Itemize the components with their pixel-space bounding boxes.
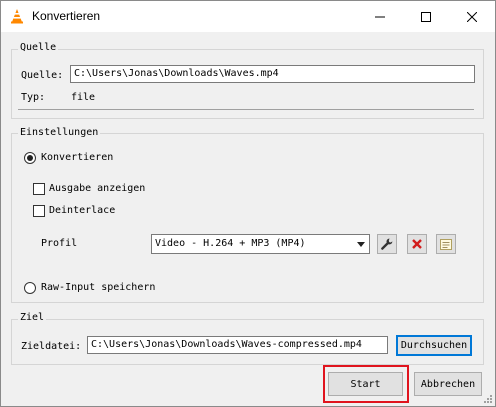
profile-label: Profil <box>41 238 78 249</box>
type-value: file <box>71 92 96 103</box>
new-profile-icon <box>440 239 452 250</box>
target-group-label: Ziel <box>18 312 47 323</box>
maximize-icon <box>421 11 431 22</box>
raw-input-radio[interactable] <box>24 282 36 294</box>
show-output-label: Ausgabe anzeigen <box>49 183 146 194</box>
target-path-input[interactable]: C:\Users\Jonas\Downloads\Waves-compresse… <box>87 336 388 354</box>
show-output-checkbox[interactable] <box>33 183 45 195</box>
chevron-down-icon <box>357 242 365 247</box>
start-button[interactable]: Start <box>328 372 403 396</box>
convert-label: Konvertieren <box>41 152 114 163</box>
type-label: Typ: <box>21 92 46 103</box>
source-group-label: Quelle <box>18 42 59 53</box>
edit-profile-button[interactable] <box>377 234 397 254</box>
raw-input-label: Raw-Input speichern <box>41 282 156 293</box>
wrench-icon <box>381 238 393 250</box>
title-bar: Konvertieren <box>1 1 495 32</box>
vlc-cone-icon <box>11 9 23 24</box>
delete-profile-button[interactable] <box>407 234 427 254</box>
maximize-button[interactable] <box>403 1 449 32</box>
profile-select-value: Video - H.264 + MP3 (MP4) <box>155 238 306 249</box>
close-button[interactable] <box>449 1 495 32</box>
window-title: Konvertieren <box>32 9 101 23</box>
resize-grip-icon[interactable] <box>483 394 493 404</box>
new-profile-button[interactable] <box>436 234 456 254</box>
deinterlace-label: Deinterlace <box>49 205 116 216</box>
source-divider <box>18 109 474 110</box>
target-file-label: Zieldatei: <box>21 341 82 352</box>
delete-x-icon <box>412 239 422 249</box>
minimize-button[interactable] <box>357 1 403 32</box>
source-path-input[interactable]: C:\Users\Jonas\Downloads\Waves.mp4 <box>70 65 475 83</box>
minimize-icon <box>375 16 385 17</box>
deinterlace-checkbox[interactable] <box>33 205 45 217</box>
convert-radio[interactable] <box>24 152 36 164</box>
close-icon <box>467 11 477 22</box>
source-label: Quelle: <box>21 70 64 81</box>
profile-select[interactable]: Video - H.264 + MP3 (MP4) <box>151 234 370 254</box>
browse-button[interactable]: Durchsuchen <box>396 335 472 356</box>
radio-selected-dot <box>27 155 33 161</box>
convert-dialog: Konvertieren Quelle Quelle: C:\Users\Jon… <box>0 0 496 407</box>
cancel-button[interactable]: Abbrechen <box>414 372 482 396</box>
settings-group-label: Einstellungen <box>18 127 101 138</box>
